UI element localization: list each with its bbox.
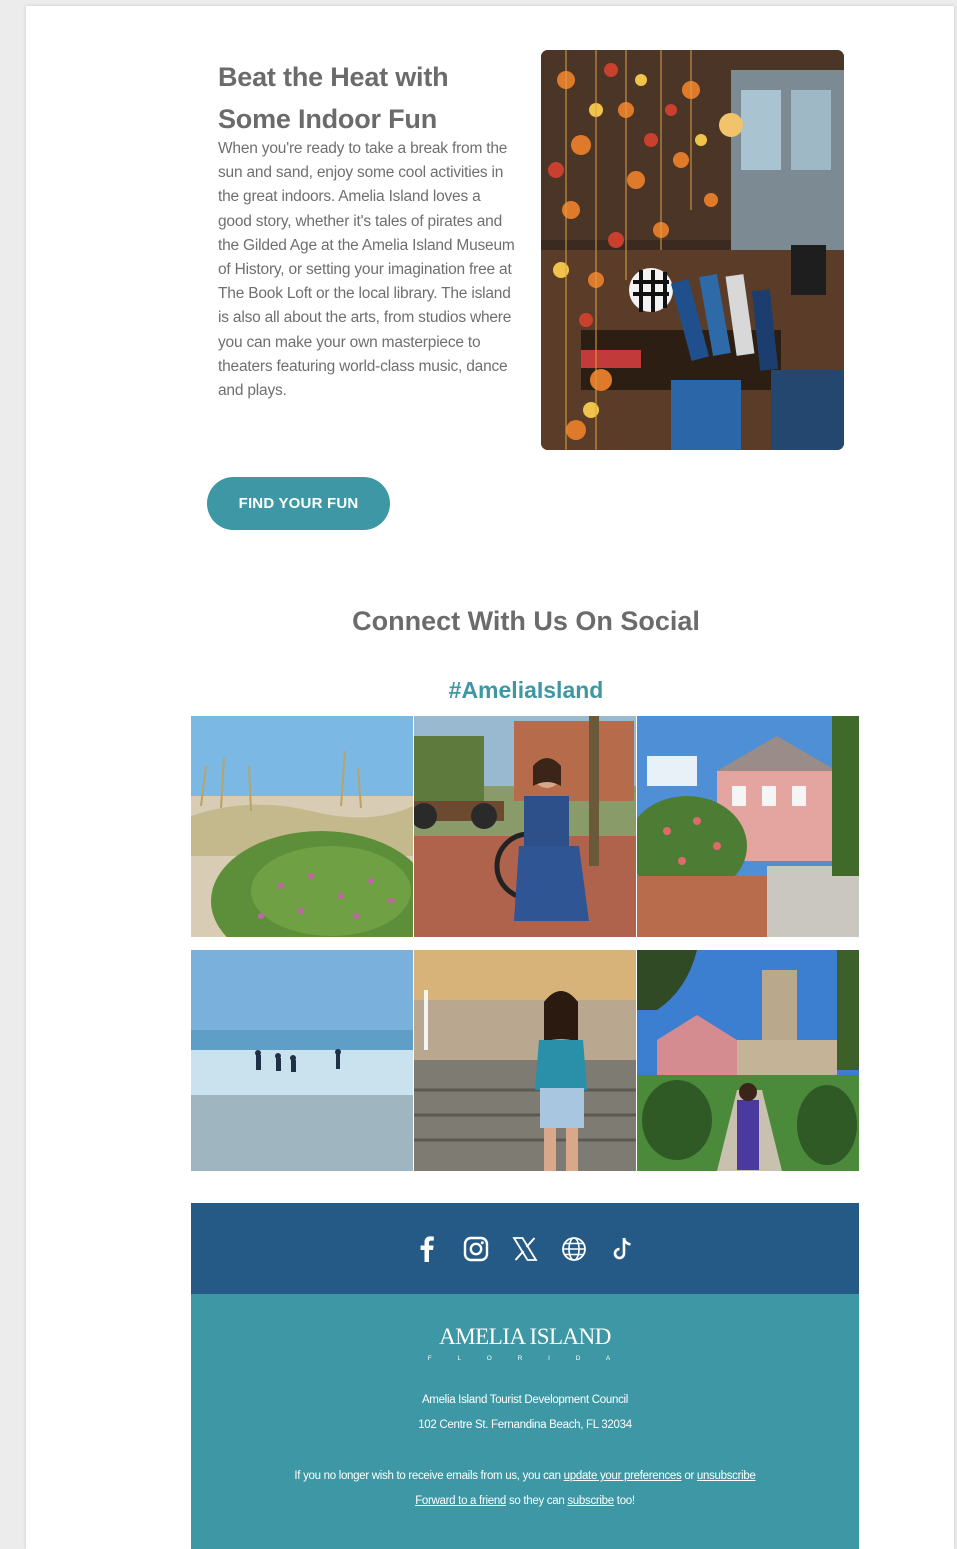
pink-house-illustration [637,716,859,937]
marina-sunset-illustration [414,950,636,1171]
bookstore-photo[interactable] [541,50,844,450]
email-page: Beat the Heat with Some Indoor Fun When … [26,6,954,1549]
feature-heading: Beat the Heat with Some Indoor Fun [218,62,449,134]
photo-beach-dune[interactable] [191,716,413,937]
church-garden-illustration [637,950,859,1171]
ocean-shore-illustration [191,950,413,1171]
unsubscribe-link[interactable]: unsubscribe [697,1470,756,1482]
photo-ocean-shore[interactable] [191,950,413,1171]
photo-wheelchair-street[interactable] [414,716,636,937]
update-preferences-link[interactable]: update your preferences [564,1470,682,1482]
facebook-icon[interactable] [414,1235,441,1262]
tiktok-icon[interactable] [610,1235,637,1262]
unsubscribe-prefix: If you no longer wish to receive emails … [294,1470,561,1482]
org-name: Amelia Island Tourist Development Counci… [421,1394,629,1406]
find-your-fun-button[interactable]: FIND YOUR FUN [207,477,390,530]
logo-text: AMELIA ISLAND [439,1324,611,1349]
subscribe-link[interactable]: subscribe [567,1495,614,1507]
photo-marina-sunset[interactable] [414,950,636,1171]
instagram-icon[interactable] [463,1235,490,1262]
beach-dune-illustration [191,716,413,937]
social-heading: Connect With Us On Social [352,606,700,636]
photo-church-garden[interactable] [637,950,859,1171]
x-icon[interactable] [512,1235,539,1262]
org-address: 102 Centre St. Fernandina Beach, FL 3203… [418,1419,632,1431]
logo-subtext: F L O R I D A [428,1355,622,1362]
feature-paragraph: When you're ready to take a break from t… [218,140,515,400]
unsubscribe-line: If you no longer wish to receive emails … [191,1470,859,1482]
or-text: or [684,1470,694,1482]
too-text: too! [616,1495,635,1507]
footer: AMELIA ISLAND F L O R I D A Amelia Islan… [191,1294,859,1549]
forward-line: Forward to a friend so they can subscrib… [191,1495,859,1507]
so-they-can-text: so they can [508,1495,565,1507]
street-portrait-illustration [414,716,636,937]
social-photo-grid [191,716,859,1171]
bookstore-illustration [541,50,844,450]
amelia-island-logo[interactable]: AMELIA ISLAND F L O R I D A [191,1318,859,1362]
forward-to-friend-link[interactable]: Forward to a friend [415,1495,506,1507]
hashtag-link[interactable]: #AmeliaIsland [26,677,957,704]
photo-pink-house[interactable] [637,716,859,937]
globe-icon[interactable] [561,1235,588,1262]
social-icons-bar [191,1203,859,1294]
